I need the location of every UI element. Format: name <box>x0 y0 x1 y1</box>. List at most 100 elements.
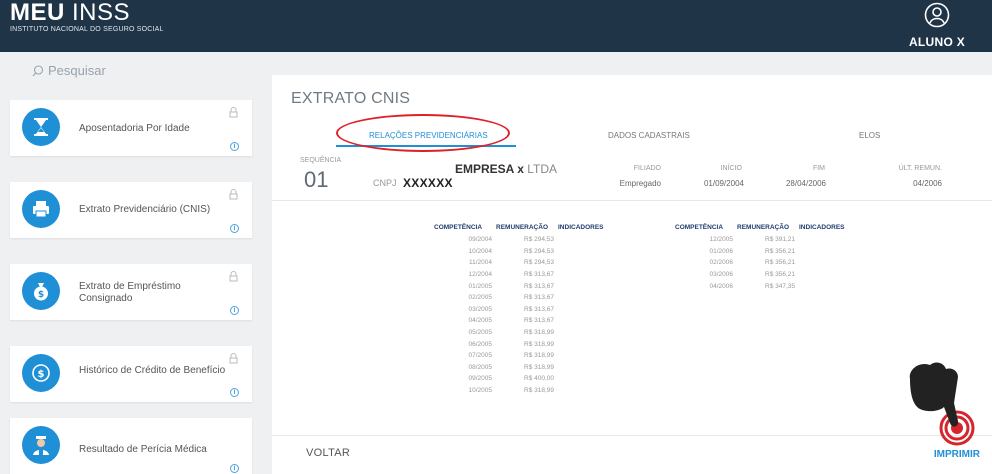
remuneracao-cell: R$ 294,53 <box>524 247 554 255</box>
info-icon[interactable]: i <box>230 306 239 315</box>
remuneracao-cell: R$ 356,21 <box>765 271 795 279</box>
col-header-competencia: COMPETÊNCIA <box>434 223 483 231</box>
doctor-icon <box>22 426 60 464</box>
remuneracao-cell: R$ 313,67 <box>524 282 554 290</box>
service-card-extrato-cnis[interactable]: Extrato Previdenciário (CNIS) i <box>10 182 252 238</box>
competencia-cell: 04/2005 <box>468 317 493 325</box>
remuneracao-cell: R$ 294,53 <box>524 236 554 244</box>
table-row: 03/2005 R$ 313,67 <box>434 304 622 316</box>
cnpj-label: CNPJ <box>373 178 397 188</box>
sequencia-label: SEQUÊNCIA <box>300 157 342 164</box>
competencia-cell: 01/2005 <box>468 282 493 290</box>
remuneracao-cell: R$ 347,35 <box>765 282 795 290</box>
printer-icon <box>22 190 60 228</box>
competencia-cell: 07/2005 <box>468 352 493 360</box>
money-bag-icon: $ <box>22 272 60 310</box>
remuneracao-cell: R$ 318,99 <box>524 363 554 371</box>
voltar-button[interactable]: VOLTAR <box>306 447 350 459</box>
svg-text:$: $ <box>38 290 44 300</box>
competencia-cell: 08/2005 <box>468 363 493 371</box>
table-row: 12/2004 R$ 313,67 <box>434 269 622 281</box>
table-row: 02/2005 R$ 313,67 <box>434 292 622 304</box>
table-row: 01/2005 R$ 313,67 <box>434 280 622 292</box>
col-header-indicadores: INDICADORES <box>558 223 604 231</box>
remuneracao-cell: R$ 356,21 <box>765 247 795 255</box>
divider <box>272 200 992 201</box>
search-placeholder: Pesquisar <box>48 63 106 78</box>
service-card-aposentadoria[interactable]: Aposentadoria Por Idade i <box>10 100 252 156</box>
remuneracao-cell: R$ 313,67 <box>524 317 554 325</box>
remuneracao-cell: R$ 313,67 <box>524 294 554 302</box>
indicadores-cell <box>558 269 622 281</box>
competencia-cell: 03/2005 <box>468 305 493 313</box>
table-row: 01/2006 R$ 356,21 <box>675 246 863 258</box>
sequencia-number: 01 <box>304 167 329 192</box>
indicadores-cell <box>558 257 622 269</box>
remuneracao-cell: R$ 318,99 <box>524 340 554 348</box>
user-avatar-icon <box>924 2 950 28</box>
remuneracoes-table-left: COMPETÊNCIA REMUNERAÇÃO INDICADORES 09/2… <box>434 220 622 396</box>
remuneracoes-table-right: COMPETÊNCIA REMUNERAÇÃO INDICADORES 12/2… <box>675 220 863 292</box>
tab-dados-cadastrais[interactable]: DADOS CADASTRAIS <box>608 131 690 140</box>
col-header-competencia: COMPETÊNCIA <box>675 223 724 231</box>
remuneracao-cell: R$ 313,67 <box>524 271 554 279</box>
competencia-cell: 12/2005 <box>709 236 734 244</box>
col-header-remuneracao: REMUNERAÇÃO <box>496 223 548 231</box>
fim-label: FIM <box>812 165 825 172</box>
logo-subtitle: INSTITUTO NACIONAL DO SEGURO SOCIAL <box>10 26 164 33</box>
logo-text-light: INSS <box>72 0 131 26</box>
competencia-cell: 01/2006 <box>709 247 734 255</box>
imprimir-button[interactable]: IMPRIMIR <box>934 449 980 460</box>
competencia-cell: 05/2005 <box>468 329 493 337</box>
competencia-cell: 12/2004 <box>468 271 493 279</box>
service-card-emprestimo[interactable]: $ Extrato de Empréstimo Consignado i <box>10 264 252 320</box>
indicadores-cell <box>799 280 863 292</box>
competencia-cell: 10/2005 <box>468 387 493 395</box>
dollar-coin-icon: $ <box>22 354 60 392</box>
remuneracao-cell: R$ 400,00 <box>524 375 554 383</box>
competencia-cell: 09/2004 <box>468 236 493 244</box>
app-logo[interactable]: MEU INSS INSTITUTO NACIONAL DO SEGURO SO… <box>10 0 164 34</box>
remuneracao-cell: R$ 294,53 <box>524 259 554 267</box>
indicadores-cell <box>558 234 622 246</box>
logo-text-bold: MEU <box>10 0 65 26</box>
search-box[interactable]: Pesquisar <box>32 63 106 78</box>
indicadores-cell <box>558 373 622 385</box>
user-name: ALUNO X <box>908 35 966 49</box>
indicadores-cell <box>558 304 622 316</box>
service-card-historico-credito[interactable]: $ Histórico de Crédito de Benefício i <box>10 346 252 402</box>
remuneracao-cell: R$ 318,99 <box>524 387 554 395</box>
inicio-value: 01/09/2004 <box>703 179 744 188</box>
info-icon[interactable]: i <box>230 464 239 473</box>
filiado-label: FILIADO <box>633 165 661 172</box>
company-name-suffix: LTDA <box>527 162 558 176</box>
panel-title: EXTRATO CNIS <box>291 90 411 107</box>
indicadores-cell <box>799 257 863 269</box>
competencia-cell: 02/2006 <box>709 259 734 267</box>
service-card-pericia-medica[interactable]: Resultado de Perícia Médica i <box>10 418 252 474</box>
competencia-cell: 11/2004 <box>468 259 492 267</box>
col-header-indicadores: INDICADORES <box>799 223 845 231</box>
competencia-cell: 03/2006 <box>709 271 734 279</box>
indicadores-cell <box>558 246 622 258</box>
tab-elos[interactable]: ELOS <box>859 131 880 140</box>
table-row: 12/2005 R$ 391,21 <box>675 234 863 246</box>
indicadores-cell <box>558 350 622 362</box>
search-icon <box>32 64 44 76</box>
user-menu[interactable]: ALUNO X <box>902 2 972 49</box>
ult-remun-label: ÚLT. REMUN. <box>898 165 942 172</box>
service-title: Extrato de Empréstimo Consignado <box>79 281 181 304</box>
col-header-remuneracao: REMUNERAÇÃO <box>737 223 789 231</box>
info-icon[interactable]: i <box>230 142 239 151</box>
lock-icon <box>229 189 238 200</box>
top-bar: MEU INSS INSTITUTO NACIONAL DO SEGURO SO… <box>0 0 992 52</box>
competencia-cell: 06/2005 <box>468 340 493 348</box>
ult-remun-value: 04/2006 <box>913 179 942 188</box>
info-icon[interactable]: i <box>230 224 239 233</box>
remuneracao-cell: R$ 313,67 <box>524 305 554 313</box>
indicadores-cell <box>799 269 863 281</box>
remuneracao-cell: R$ 318,99 <box>524 329 554 337</box>
info-icon[interactable]: i <box>230 388 239 397</box>
svg-text:$: $ <box>38 369 45 380</box>
indicadores-cell <box>558 362 622 374</box>
